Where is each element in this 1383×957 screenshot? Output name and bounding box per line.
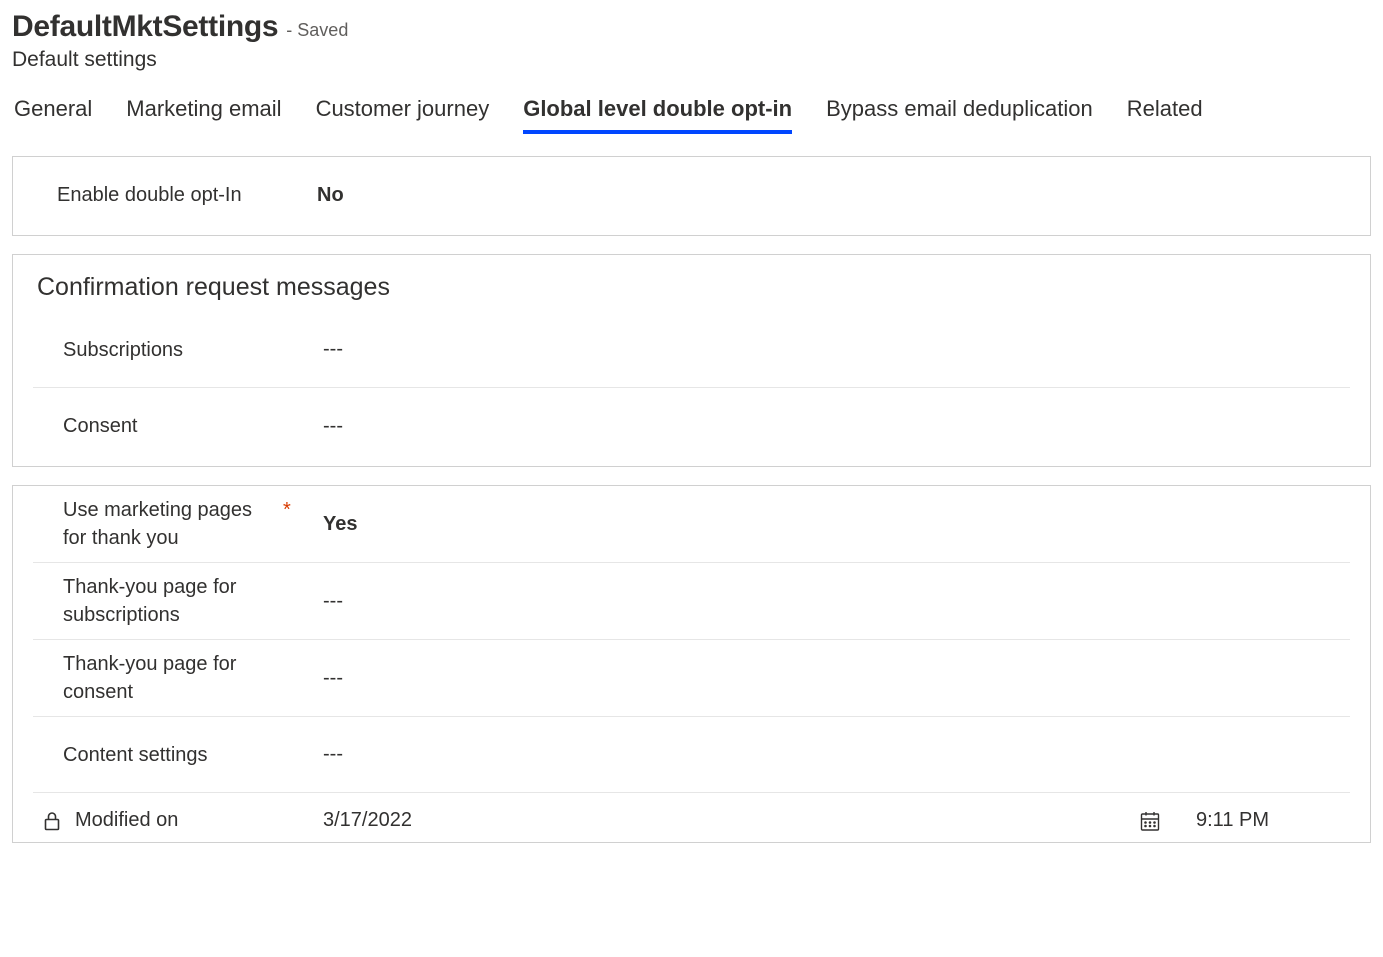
tab-customer-journey[interactable]: Customer journey	[316, 96, 490, 134]
field-row: Consent ---	[33, 388, 1350, 464]
field-row: Use marketing pages for thank you * Yes	[33, 486, 1350, 563]
page-header: DefaultMktSettings - Saved Default setti…	[12, 10, 1371, 90]
field-row: Content settings ---	[33, 717, 1350, 793]
tab-general[interactable]: General	[14, 96, 92, 134]
field-value-subscriptions[interactable]: ---	[323, 338, 1350, 361]
save-status: - Saved	[286, 20, 348, 41]
section-thank-you: Use marketing pages for thank you * Yes …	[12, 485, 1371, 843]
field-label-ty-subscriptions: Thank-you page for subscriptions	[63, 573, 273, 629]
tab-related[interactable]: Related	[1127, 96, 1203, 134]
field-value-ty-consent[interactable]: ---	[323, 667, 1350, 690]
page-title: DefaultMktSettings	[12, 10, 278, 44]
field-label-content-settings: Content settings	[63, 741, 208, 769]
modified-on-time[interactable]: 9:11 PM	[1170, 809, 1350, 832]
required-indicator: *	[283, 496, 291, 524]
field-value-content-settings[interactable]: ---	[323, 743, 1350, 766]
field-row: Subscriptions ---	[33, 312, 1350, 388]
field-value-enable-doi[interactable]: No	[317, 184, 1350, 207]
field-row: Enable double opt-In No	[33, 157, 1350, 233]
section-confirmation: Confirmation request messages Subscripti…	[12, 254, 1371, 467]
field-row: Thank-you page for consent ---	[33, 640, 1350, 717]
field-value-use-marketing-pages[interactable]: Yes	[323, 513, 1350, 536]
field-value-consent[interactable]: ---	[323, 415, 1350, 438]
calendar-icon[interactable]	[1130, 810, 1170, 832]
field-label-consent: Consent	[63, 412, 138, 440]
field-label-use-marketing-pages: Use marketing pages for thank you	[63, 496, 273, 552]
field-row: Thank-you page for subscriptions ---	[33, 563, 1350, 640]
tab-marketing-email[interactable]: Marketing email	[126, 96, 281, 134]
tab-global-double-opt-in[interactable]: Global level double opt-in	[523, 96, 792, 134]
modified-on-date[interactable]: 3/17/2022	[323, 809, 1130, 832]
section-heading-confirmation: Confirmation request messages	[33, 255, 1350, 312]
modified-on-row: Modified on 3/17/2022 9:11 PM	[33, 793, 1350, 840]
page-subtitle: Default settings	[12, 48, 1371, 72]
section-enable: Enable double opt-In No	[12, 156, 1371, 236]
tab-bypass-dedup[interactable]: Bypass email deduplication	[826, 96, 1093, 134]
field-label-subscriptions: Subscriptions	[63, 336, 183, 364]
field-value-ty-subscriptions[interactable]: ---	[323, 590, 1350, 613]
modified-on-label: Modified on	[75, 809, 323, 832]
tab-strip: General Marketing email Customer journey…	[12, 96, 1371, 134]
field-label-ty-consent: Thank-you page for consent	[63, 650, 273, 706]
field-label-enable-doi: Enable double opt-In	[57, 181, 242, 209]
lock-icon	[43, 811, 75, 831]
